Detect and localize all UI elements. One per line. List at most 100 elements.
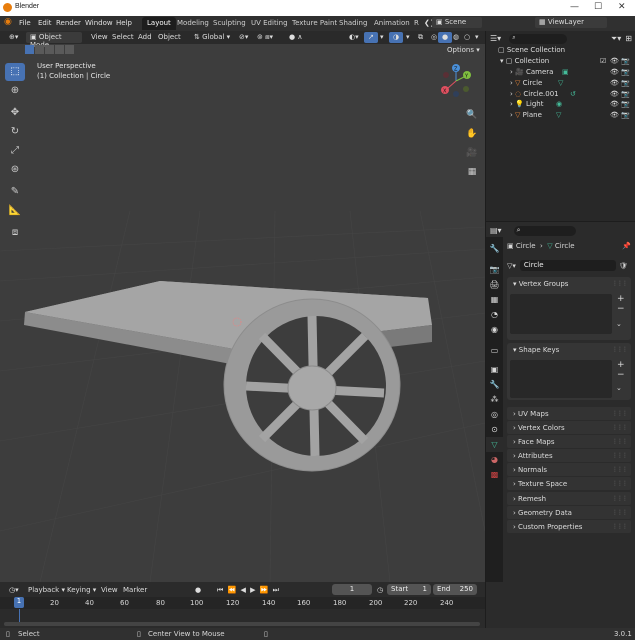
tab-uv-editing[interactable]: UV Editing xyxy=(246,17,293,30)
eye-icon[interactable]: 👁 xyxy=(610,100,619,108)
end-frame-field[interactable]: End 250 xyxy=(433,584,477,595)
menu-file[interactable]: File xyxy=(19,19,31,27)
timeline-view-menu[interactable]: View xyxy=(97,585,122,596)
scene-selector[interactable]: ▣ Scene xyxy=(432,17,482,28)
playback-controls[interactable]: ⏮ ⏪ ◀ ▶ ⏩ ⏭ xyxy=(213,585,284,596)
mesh-name-field[interactable]: Circle xyxy=(519,260,616,271)
render-tab-icon[interactable]: 📷 xyxy=(486,262,503,277)
outliner-item-plane[interactable]: › ▽ Plane ▽ 👁 📷 xyxy=(510,111,630,121)
panel-attributes[interactable]: › Attributes ⋮⋮⋮ xyxy=(507,449,631,462)
menu-edit[interactable]: Edit xyxy=(38,19,52,27)
view-layer-tab-icon[interactable]: ▦ xyxy=(486,292,503,307)
view-layer-selector[interactable]: ▦ ViewLayer xyxy=(535,17,607,28)
panel-face-maps[interactable]: › Face Maps ⋮⋮⋮ xyxy=(507,435,631,448)
marker-menu[interactable]: Marker xyxy=(119,585,151,596)
mesh-browse-icon[interactable]: ▽▾ xyxy=(507,262,516,270)
proportional-edit-icon[interactable]: ● ∧ xyxy=(285,32,306,43)
select-subtract-icon[interactable] xyxy=(45,45,54,54)
transform-tool-icon[interactable]: ⊛ xyxy=(5,161,25,179)
render-icon[interactable]: 📷 xyxy=(621,68,630,76)
scene-tab-icon[interactable]: ◔ xyxy=(486,307,503,322)
eye-icon[interactable]: 👁 xyxy=(610,57,619,65)
record-icon[interactable]: ● xyxy=(191,585,205,596)
eye-icon[interactable]: 👁 xyxy=(610,68,619,76)
checkbox-icon[interactable]: ☑ xyxy=(600,57,606,65)
3d-viewport[interactable]: Z Y X xyxy=(0,31,485,582)
object-tab-icon[interactable]: ▣ xyxy=(486,362,503,377)
modifier-tab-icon[interactable]: 🔧 xyxy=(486,377,503,392)
playhead[interactable]: 1 xyxy=(14,597,24,608)
vertex-groups-header[interactable]: ▾ Vertex Groups ⋮⋮⋮ xyxy=(507,277,631,290)
timeline-scrollbar[interactable] xyxy=(4,622,480,626)
outliner-item-circle-001[interactable]: › ◌ Circle.001 ↺ 👁 📷 xyxy=(510,90,630,100)
overlay-dropdown-icon[interactable]: ▾ xyxy=(402,32,414,43)
tab-layout[interactable]: Layout xyxy=(142,17,176,30)
panel-texture-space[interactable]: › Texture Space ⋮⋮⋮ xyxy=(507,477,631,490)
render-icon[interactable]: 📷 xyxy=(621,79,630,87)
physics-tab-icon[interactable]: ◎ xyxy=(486,407,503,422)
close-icon[interactable]: ✕ xyxy=(618,2,626,12)
panel-uv-maps[interactable]: › UV Maps ⋮⋮⋮ xyxy=(507,407,631,420)
add-shape-key-icon[interactable]: + xyxy=(617,360,625,370)
constraints-tab-icon[interactable]: ⊙ xyxy=(486,422,503,437)
tab-animation[interactable]: Animation xyxy=(369,17,415,30)
camera-view-icon[interactable]: 🎥 xyxy=(465,146,479,160)
shape-keys-list[interactable] xyxy=(510,360,612,398)
outliner-item-circle[interactable]: › ▽ Circle ▽ 👁 📷 xyxy=(510,79,630,89)
shading-dropdown-icon[interactable]: ▾ xyxy=(471,32,483,43)
vertex-groups-menu-icon[interactable]: ⌄ xyxy=(616,320,622,328)
blender-menu-icon[interactable]: ◉ xyxy=(4,17,12,27)
zoom-icon[interactable]: 🔍 xyxy=(465,108,479,122)
outliner-item-light[interactable]: › 💡 Light ◉ 👁 📷 xyxy=(510,100,630,110)
xray-icon[interactable]: ⧉ xyxy=(414,32,427,43)
collection-tab-icon[interactable]: ▭ xyxy=(486,343,503,358)
remove-shape-key-icon[interactable]: − xyxy=(617,370,625,380)
tab-more[interactable]: R xyxy=(409,17,424,30)
pan-hand-icon[interactable]: ✋ xyxy=(465,127,479,141)
editor-type-icon[interactable]: ⊕▾ xyxy=(5,32,22,43)
output-tab-icon[interactable]: 🖨 xyxy=(486,277,503,292)
minimize-icon[interactable]: — xyxy=(570,2,579,12)
render-icon[interactable]: 📷 xyxy=(621,57,630,65)
mode-selector[interactable]: ▣ Object Mode xyxy=(26,32,82,49)
select-intersect-icon[interactable] xyxy=(65,45,74,54)
maximize-icon[interactable]: ☐ xyxy=(594,2,602,12)
vertex-groups-list[interactable] xyxy=(510,294,612,334)
tab-sculpting[interactable]: Sculpting xyxy=(208,17,251,30)
wheel-mesh[interactable] xyxy=(223,298,401,472)
scale-tool-icon[interactable]: ⤢ xyxy=(5,142,25,160)
orientation-selector[interactable]: ⇅ Global ▾ xyxy=(190,32,234,43)
filter-icon[interactable]: ⏷▾ xyxy=(611,34,621,44)
eye-icon[interactable]: 👁 xyxy=(610,79,619,87)
properties-editor-icon[interactable]: ▤▾ xyxy=(490,226,502,235)
panel-vertex-colors[interactable]: › Vertex Colors ⋮⋮⋮ xyxy=(507,421,631,434)
cursor-tool-icon[interactable]: ⊕ xyxy=(5,82,25,100)
options-button[interactable]: Options ▾ xyxy=(443,45,484,56)
texture-tab-icon[interactable]: ▩ xyxy=(486,467,503,482)
fake-user-icon[interactable]: 🛡 xyxy=(619,262,628,270)
panel-normals[interactable]: › Normals ⋮⋮⋮ xyxy=(507,463,631,476)
rotate-tool-icon[interactable]: ↻ xyxy=(5,123,25,141)
eye-icon[interactable]: 👁 xyxy=(610,111,619,119)
panel-custom-properties[interactable]: › Custom Properties ⋮⋮⋮ xyxy=(507,520,631,533)
visibility-icon[interactable]: ◐▾ xyxy=(345,32,363,43)
new-collection-icon[interactable]: ⊞ xyxy=(625,34,632,43)
menu-help[interactable]: Help xyxy=(116,19,132,27)
select-box-tool-icon[interactable]: ⬚ xyxy=(5,63,25,81)
shape-keys-menu-icon[interactable]: ⌄ xyxy=(616,384,622,392)
clock-icon[interactable]: ◷ xyxy=(373,585,387,596)
measure-tool-icon[interactable]: 📐 xyxy=(5,202,25,220)
annotate-tool-icon[interactable]: ✎ xyxy=(5,183,25,201)
pin-icon[interactable]: 📌 xyxy=(622,242,631,250)
gizmo-dropdown-icon[interactable]: ▾ xyxy=(376,32,388,43)
keying-menu[interactable]: Keying ▾ xyxy=(63,585,100,596)
start-frame-field[interactable]: Start 1 xyxy=(387,584,431,595)
shape-keys-header[interactable]: ▾ Shape Keys ⋮⋮⋮ xyxy=(507,343,631,356)
outliner-item-camera[interactable]: › 🎥 Camera ▣ 👁 📷 xyxy=(510,68,630,78)
menu-window[interactable]: Window xyxy=(85,19,113,27)
snap-icon[interactable]: ⊚ ⧈▾ xyxy=(253,32,277,43)
add-vertex-group-icon[interactable]: + xyxy=(617,294,625,304)
particles-tab-icon[interactable]: ⁂ xyxy=(486,392,503,407)
panel-geometry-data[interactable]: › Geometry Data ⋮⋮⋮ xyxy=(507,506,631,519)
menu-object[interactable]: Object xyxy=(154,32,185,43)
